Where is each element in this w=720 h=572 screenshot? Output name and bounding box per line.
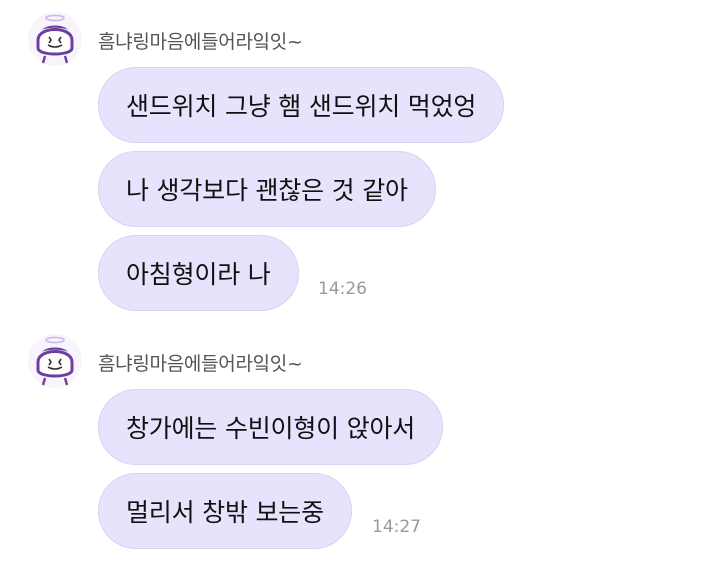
sender-name: 흠냐링마음에들어라잌잇~ xyxy=(98,31,303,53)
cartoon-character-icon xyxy=(36,336,74,386)
sender-name: 흠냐링마음에들어라잌잇~ xyxy=(98,353,303,375)
message-time: 14:26 xyxy=(318,279,367,299)
cartoon-character-icon xyxy=(36,14,74,64)
avatar[interactable] xyxy=(28,12,82,66)
message-bubble[interactable]: 나 생각보다 괜찮은 것 같아 xyxy=(98,151,436,227)
avatar[interactable] xyxy=(28,334,82,388)
message-bubble[interactable]: 샌드위치 그냥 햄 샌드위치 먹었엉 xyxy=(98,67,505,143)
message-bubble[interactable]: 멀리서 창밖 보는중 xyxy=(98,473,352,549)
message-bubble[interactable]: 아침형이라 나 xyxy=(98,235,299,311)
message-time: 14:27 xyxy=(372,517,421,537)
message-bubble[interactable]: 창가에는 수빈이형이 앉아서 xyxy=(98,389,444,465)
